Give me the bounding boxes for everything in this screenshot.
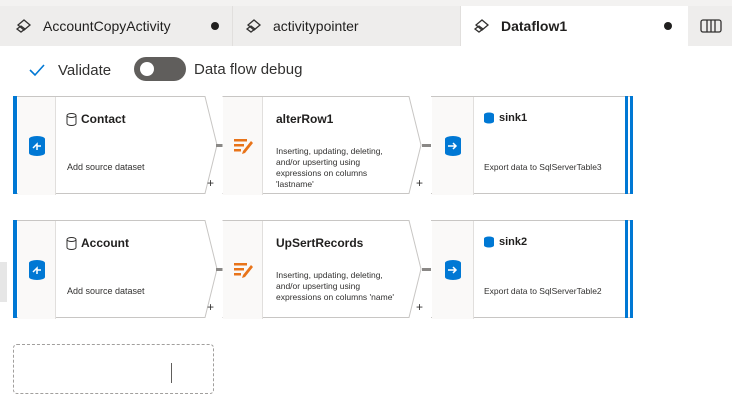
dataset-icon: [66, 112, 77, 126]
split-panel-icon: [700, 19, 722, 33]
sink-description: Export data to SqlServerTable3: [484, 162, 602, 172]
toggle-knob: [140, 62, 154, 76]
tab-label: AccountCopyActivity: [43, 18, 171, 34]
tab-dataflow1[interactable]: Dataflow1: [461, 6, 688, 46]
transform-icon-panel: [223, 97, 263, 195]
sink-icon-panel: [432, 97, 474, 195]
sink-title: sink2: [483, 236, 527, 248]
sql-table-icon: [484, 112, 494, 124]
sink-title-text: sink2: [499, 236, 528, 248]
unsaved-dot-icon: [211, 22, 219, 30]
unsaved-dot-icon: [664, 22, 672, 30]
add-transform-button[interactable]: +: [416, 300, 423, 314]
source-database-icon: [29, 260, 45, 280]
sql-table-icon: [484, 236, 494, 248]
panel-toggle-button[interactable]: [688, 6, 732, 46]
alter-row-icon: [234, 139, 253, 154]
tab-label: Dataflow1: [501, 18, 568, 34]
validate-button[interactable]: Validate: [28, 58, 111, 82]
toggle-switch[interactable]: [134, 57, 186, 81]
transform-title: alterRow1: [276, 112, 334, 126]
pipeline-icon: [15, 19, 32, 33]
transform-description: Inserting, updating, deleting, and/or up…: [276, 146, 383, 189]
validate-label: Validate: [58, 61, 112, 79]
sink-title: sink1: [483, 112, 527, 124]
debug-toggle[interactable]: Data flow debug: [134, 56, 302, 82]
node-accent-bar: [13, 96, 17, 194]
node-accent-bar: [630, 96, 633, 194]
canvas-edge: [0, 262, 7, 302]
source-icon-panel: [18, 221, 56, 319]
add-transform-button[interactable]: +: [207, 300, 214, 314]
sink-database-icon: [445, 136, 461, 156]
source-description: Add source dataset: [67, 162, 145, 172]
tab-label: activitypointer: [273, 18, 359, 34]
checkmark-icon: [29, 64, 45, 77]
node-accent-bar: [13, 220, 17, 318]
pipeline-icon: [245, 19, 262, 33]
add-source-placeholder[interactable]: [13, 344, 214, 394]
sink-description: Export data to SqlServerTable2: [484, 286, 602, 296]
transform-description: Inserting, updating, deleting, and/or up…: [276, 270, 395, 302]
placeholder-divider: [171, 363, 172, 383]
sink-title-text: sink1: [499, 112, 528, 124]
sink-icon-panel: [432, 221, 474, 319]
tab-accountcopyactivity[interactable]: AccountCopyActivity: [0, 6, 233, 46]
add-transform-button[interactable]: +: [207, 176, 214, 190]
transform-title: UpSertRecords: [276, 236, 364, 250]
source-icon-panel: [18, 97, 56, 195]
source-title-text: Account: [81, 236, 129, 250]
tab-activitypointer[interactable]: activitypointer: [233, 6, 461, 46]
add-transform-button[interactable]: +: [416, 176, 423, 190]
source-title-text: Contact: [81, 112, 126, 126]
tab-bar: AccountCopyActivity activitypointer Data…: [0, 0, 732, 46]
source-title: Contact: [66, 112, 126, 126]
node-accent-bar: [625, 96, 628, 194]
source-title: Account: [66, 236, 129, 250]
dataset-icon: [66, 236, 77, 250]
node-accent-bar: [630, 220, 633, 318]
node-accent-bar: [625, 220, 628, 318]
source-description: Add source dataset: [67, 286, 145, 296]
dataflow-icon: [473, 19, 490, 33]
sink-database-icon: [445, 260, 461, 280]
source-database-icon: [29, 136, 45, 156]
toolbar: Validate Data flow debug: [0, 46, 732, 94]
alter-row-icon: [234, 263, 253, 278]
debug-label: Data flow debug: [194, 60, 303, 78]
transform-icon-panel: [223, 221, 263, 319]
